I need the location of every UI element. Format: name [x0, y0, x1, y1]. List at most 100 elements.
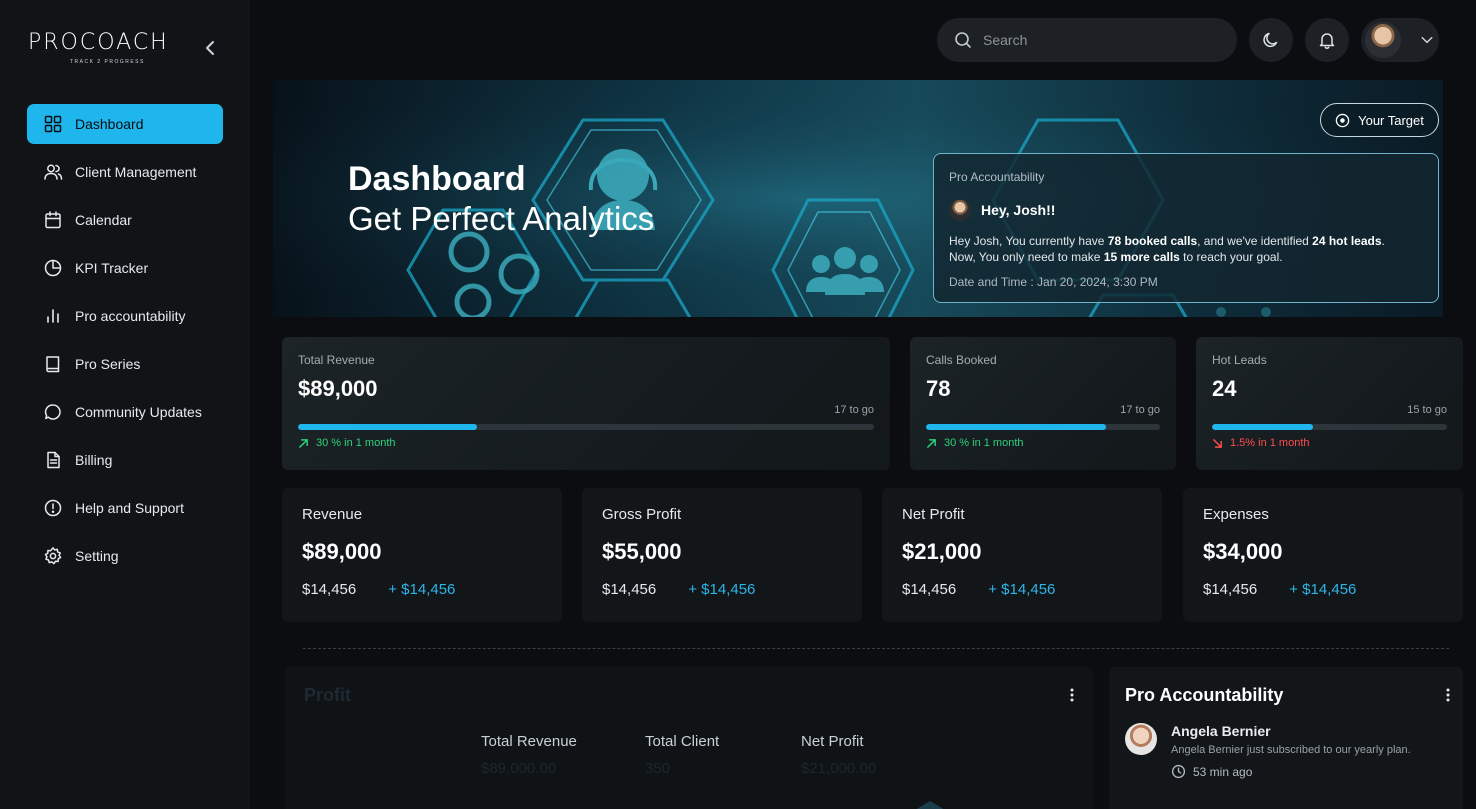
- kpi-card-total-revenue[interactable]: Total Revenue $89,000 17 to go 30 % in 1…: [282, 337, 890, 470]
- alert-circle-icon: [44, 499, 62, 517]
- coach-avatar: [949, 199, 971, 221]
- message-text: Now, You only need to make: [949, 250, 1104, 264]
- logo[interactable]: PROCOACH TRACK 2 PROGRESS: [28, 30, 188, 68]
- sidebar-item-dashboard[interactable]: Dashboard: [27, 104, 223, 144]
- message-text: .: [1381, 234, 1385, 248]
- kpi-progress-fill: [1212, 424, 1314, 430]
- sidebar-item-setting[interactable]: Setting: [27, 536, 223, 576]
- collapse-sidebar-button[interactable]: [200, 38, 220, 58]
- search-input[interactable]: [983, 32, 1223, 48]
- activity-avatar: [1125, 723, 1157, 755]
- kpi-remaining: 17 to go: [1120, 404, 1160, 416]
- finance-value: $34,000: [1203, 539, 1283, 564]
- finance-label: Revenue: [302, 506, 363, 523]
- sidebar-item-kpi-tracker[interactable]: KPI Tracker: [27, 248, 223, 288]
- stat-label: Net Profit: [801, 733, 864, 750]
- activity-message: Angela Bernier just subscribed to our ye…: [1171, 744, 1411, 756]
- finance-label: Net Profit: [902, 506, 965, 523]
- sidebar-item-pro-series[interactable]: Pro Series: [27, 344, 223, 384]
- target-icon: [1335, 113, 1350, 127]
- sidebar-item-calendar[interactable]: Calendar: [27, 200, 223, 240]
- message-text: , and we've identified: [1197, 234, 1313, 248]
- sidebar-item-billing[interactable]: Billing: [27, 440, 223, 480]
- sidebar-item-label: Setting: [75, 548, 119, 564]
- users-icon: [44, 164, 63, 180]
- stat-value: 350: [645, 760, 671, 777]
- kpi-trend: 1.5% in 1 month: [1212, 437, 1310, 449]
- finance-base: $14,456: [902, 581, 957, 598]
- gear-icon: [44, 547, 62, 565]
- finance-change-row: $14,456 + $14,456: [302, 581, 542, 598]
- hero-banner: Dashboard Get Perfect Analytics Your Tar…: [273, 80, 1443, 317]
- activity-time: 53 min ago: [1171, 764, 1411, 779]
- profit-menu-button[interactable]: [1064, 687, 1080, 703]
- finance-card-expenses[interactable]: Expenses $34,000 $14,456 + $14,456: [1183, 488, 1463, 622]
- chevron-down-icon: [1421, 36, 1433, 44]
- finance-base: $14,456: [302, 581, 357, 598]
- kpi-remaining: 15 to go: [1407, 404, 1447, 416]
- sidebar-item-pro-accountability[interactable]: Pro accountability: [27, 296, 223, 336]
- sidebar-item-label: Billing: [75, 452, 113, 468]
- sidebar-item-label: Calendar: [75, 212, 132, 228]
- more-vertical-icon: [1070, 688, 1074, 702]
- finance-label: Expenses: [1203, 506, 1269, 523]
- kpi-value: 78: [926, 376, 951, 401]
- finance-change-row: $14,456 + $14,456: [902, 581, 1142, 598]
- pro-accountability-title: Pro Accountability: [1125, 685, 1284, 705]
- greeting-text: Hey, Josh!!: [981, 202, 1056, 218]
- chevron-left-icon: [206, 41, 214, 55]
- message-text: to reach your goal.: [1179, 250, 1283, 264]
- pro-accountability-menu-button[interactable]: [1440, 687, 1456, 703]
- your-target-button[interactable]: Your Target: [1320, 103, 1439, 137]
- pro-accountability-panel: Pro Accountability Angela Bernier Angela…: [1109, 667, 1463, 809]
- kpi-card-hot-leads[interactable]: Hot Leads 24 15 to go 1.5% in 1 month: [1196, 337, 1463, 470]
- pie-chart-icon: [44, 259, 62, 277]
- kpi-trend: 30 % in 1 month: [298, 437, 396, 449]
- activity-time-text: 53 min ago: [1193, 764, 1253, 779]
- profile-menu-button[interactable]: [1361, 18, 1439, 62]
- kpi-progress-bar: [1212, 424, 1447, 430]
- sidebar-item-label: Help and Support: [75, 500, 184, 516]
- kpi-card-calls-booked[interactable]: Calls Booked 78 17 to go 30 % in 1 month: [910, 337, 1176, 470]
- accountability-message-card: Pro Accountability Hey, Josh!! Hey Josh,…: [933, 153, 1439, 303]
- stat-value: $89,000.00: [481, 760, 557, 777]
- hot-leads-highlight: 24 hot leads: [1312, 234, 1382, 248]
- booked-calls-highlight: 78 booked calls: [1107, 234, 1198, 248]
- finance-delta: + $14,456: [1289, 581, 1357, 598]
- sidebar-nav: Dashboard Client Management Calendar KPI…: [27, 104, 223, 584]
- finance-card-gross-profit[interactable]: Gross Profit $55,000 $14,456 + $14,456: [582, 488, 862, 622]
- theme-toggle-button[interactable]: [1249, 18, 1293, 62]
- user-avatar: [1365, 22, 1401, 58]
- finance-value: $89,000: [302, 539, 382, 564]
- activity-item[interactable]: Angela Bernier Angela Bernier just subsc…: [1125, 723, 1411, 779]
- grid-icon: [44, 115, 62, 133]
- hero-subtitle: Get Perfect Analytics: [348, 200, 655, 237]
- sidebar-item-label: Dashboard: [75, 116, 144, 132]
- profit-panel: Profit Total Revenue $89,000.00 Total Cl…: [285, 667, 1093, 809]
- finance-card-revenue[interactable]: Revenue $89,000 $14,456 + $14,456: [282, 488, 562, 622]
- notifications-button[interactable]: [1305, 18, 1349, 62]
- your-target-label: Your Target: [1358, 112, 1424, 128]
- profit-stats: Total Revenue $89,000.00 Total Client 35…: [481, 733, 965, 777]
- sidebar-item-client-management[interactable]: Client Management: [27, 152, 223, 192]
- more-vertical-icon: [1446, 688, 1450, 702]
- stat-label: Total Client: [645, 733, 720, 750]
- more-calls-highlight: 15 more calls: [1103, 250, 1180, 264]
- activity-body: Angela Bernier Angela Bernier just subsc…: [1171, 723, 1411, 779]
- finance-card-net-profit[interactable]: Net Profit $21,000 $14,456 + $14,456: [882, 488, 1162, 622]
- message-icon: [44, 404, 61, 420]
- profit-stat-total-revenue: Total Revenue $89,000.00: [481, 733, 645, 777]
- sidebar-item-help-and-support[interactable]: Help and Support: [27, 488, 223, 528]
- accountability-message: Hey Josh, You currently have 78 booked c…: [949, 233, 1423, 265]
- finance-delta: + $14,456: [988, 581, 1056, 598]
- kpi-remaining: 17 to go: [834, 404, 874, 416]
- hero-title: Dashboard: [348, 160, 526, 198]
- moon-icon: [1263, 32, 1278, 48]
- search-box[interactable]: [937, 18, 1237, 62]
- kpi-trend-text: 30 % in 1 month: [316, 437, 396, 449]
- section-divider: [303, 648, 1449, 649]
- message-text: Hey Josh, You currently have: [949, 234, 1108, 248]
- sidebar-item-community-updates[interactable]: Community Updates: [27, 392, 223, 432]
- document-icon: [47, 451, 60, 469]
- kpi-progress-bar: [926, 424, 1160, 430]
